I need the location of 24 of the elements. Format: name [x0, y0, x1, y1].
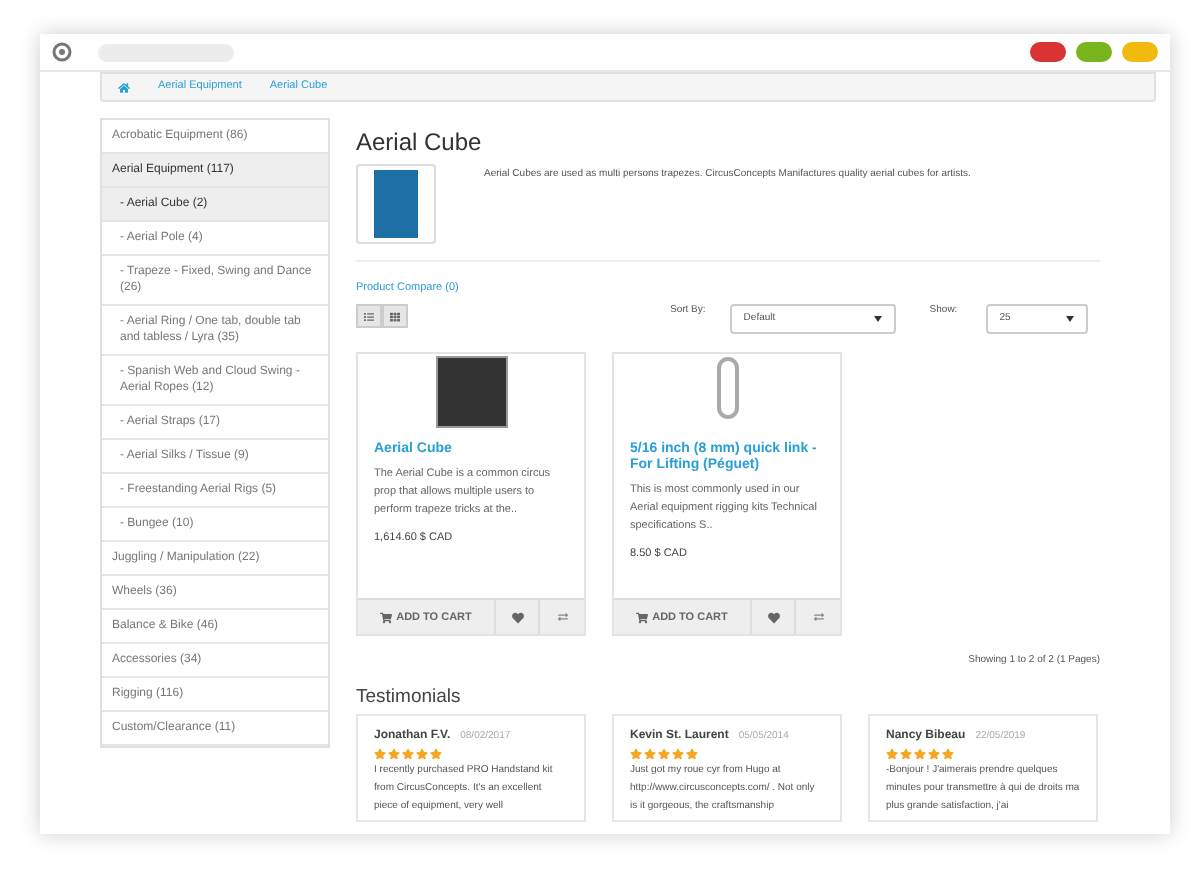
- compare-icon: [557, 612, 567, 623]
- grid-icon: [390, 311, 400, 322]
- compare-icon: [813, 612, 823, 623]
- photo-placeholder: [374, 170, 418, 238]
- list-view-button[interactable]: [356, 304, 382, 329]
- cart-icon: [380, 611, 393, 624]
- photo-placeholder: [435, 356, 507, 429]
- grid-view-button[interactable]: [382, 304, 408, 329]
- heart-icon: [511, 611, 523, 624]
- dropdown-caret-icon: [1065, 316, 1074, 323]
- home-icon[interactable]: [118, 81, 130, 93]
- close-button[interactable]: [1030, 42, 1066, 62]
- browser-logo-icon: [52, 42, 72, 62]
- quick-link-icon: [715, 356, 739, 421]
- category-title: Aerial Cube: [356, 128, 484, 156]
- testimonials-heading: Testimonials: [356, 685, 463, 708]
- wishlist-button[interactable]: [496, 600, 540, 635]
- dropdown-caret-icon: [873, 316, 882, 323]
- list-icon: [364, 311, 374, 322]
- minimize-button[interactable]: [1076, 42, 1112, 62]
- wishlist-button[interactable]: [752, 600, 796, 635]
- cart-icon: [636, 611, 649, 624]
- heart-icon: [767, 611, 779, 624]
- maximize-button[interactable]: [1122, 42, 1158, 62]
